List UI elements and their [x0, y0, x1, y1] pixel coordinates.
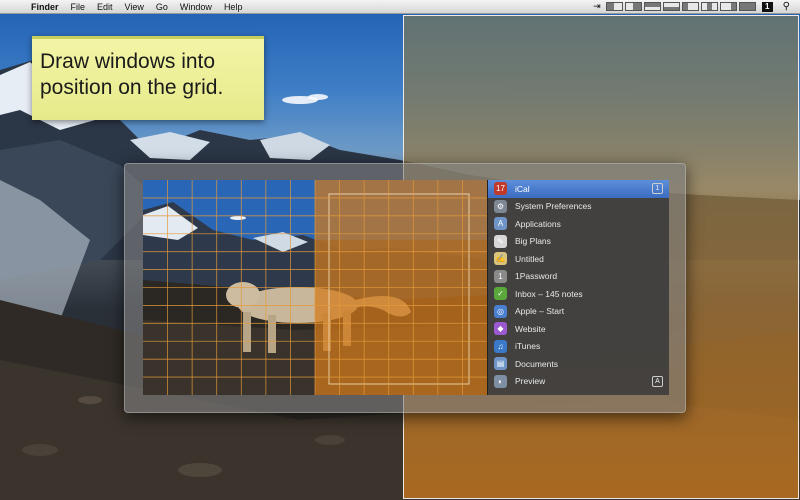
system-preferences-icon: ⚙ — [494, 199, 507, 213]
window-list-item[interactable]: ◎ Apple – Start — [488, 303, 669, 321]
textedit-icon: ✍ — [494, 252, 507, 266]
menu-window[interactable]: Window — [174, 0, 218, 14]
shortcut-key-badge: 1 — [652, 183, 663, 194]
big-plans-icon: ✎ — [494, 234, 507, 248]
layout-grid[interactable] — [143, 180, 487, 395]
itunes-icon: ♫ — [494, 339, 507, 353]
ical-icon: 17 — [494, 182, 507, 196]
window-list-item-label: Untitled — [515, 253, 544, 264]
window-list-item-label: iTunes — [515, 341, 541, 352]
hint-note: Draw windows into position on the grid. — [32, 36, 264, 120]
documents-folder-icon: ▤ — [494, 357, 507, 371]
layout-shortcuts: ⇥ 1 — [593, 1, 777, 12]
window-list-item-label: iCal — [515, 183, 530, 194]
menu-finder[interactable]: Finder — [23, 0, 65, 14]
status-badge[interactable]: 1 — [761, 1, 773, 12]
website-icon: ◆ — [494, 322, 507, 336]
window-list: 17 iCal 1 ⚙ System Preferences A Applications ✎… — [487, 180, 669, 395]
window-list-item-label: Big Plans — [515, 236, 551, 247]
shortcut-key-badge: A — [652, 375, 663, 387]
window-list-item-label: 1Password — [515, 271, 558, 282]
layout-bottom-half-icon[interactable] — [662, 2, 680, 11]
hint-line-2: position on the grid. — [40, 76, 224, 99]
menu-go[interactable]: Go — [150, 0, 174, 14]
window-list-item[interactable]: ◐ Preview A — [488, 373, 669, 391]
hint-line-1: Draw windows into — [40, 50, 216, 73]
window-list-item-label: Inbox – 145 notes — [515, 288, 583, 299]
applications-folder-icon: A — [494, 217, 507, 231]
window-list-item-label: System Preferences — [515, 201, 592, 212]
window-list-item-label: Applications — [515, 218, 561, 229]
grid-screen-preview[interactable] — [143, 180, 487, 395]
layout-right-half-icon[interactable] — [624, 2, 642, 11]
layout-center-third-icon[interactable] — [700, 2, 718, 11]
menu-file[interactable]: File — [65, 0, 92, 14]
evernote-icon: ✓ — [494, 287, 507, 301]
window-list-item[interactable]: ✎ Big Plans — [488, 233, 669, 251]
window-list-item[interactable]: ⚙ System Preferences — [488, 198, 669, 216]
window-list-item[interactable]: ✓ Inbox – 145 notes — [488, 285, 669, 303]
preview-icon: ◐ — [494, 374, 507, 388]
menu-bar: Finder File Edit View Go Window Help ⇥ 1… — [0, 0, 800, 14]
window-list-item[interactable]: ◆ Website — [488, 320, 669, 338]
layout-full-screen-icon[interactable] — [738, 2, 756, 11]
menu-edit[interactable]: Edit — [91, 0, 119, 14]
window-list-item[interactable]: 17 iCal 1 — [488, 180, 669, 198]
window-list-item-label: Documents — [515, 358, 558, 369]
window-list-item[interactable]: A Applications — [488, 215, 669, 233]
grid-hud-panel: 17 iCal 1 ⚙ System Preferences A Applications ✎… — [124, 163, 686, 413]
safari-icon: ◎ — [494, 304, 507, 318]
window-list-item-label: Preview — [515, 376, 546, 387]
menu-help[interactable]: Help — [218, 0, 249, 14]
window-list-item-label: Apple – Start — [515, 306, 565, 317]
window-list-item[interactable]: 1 1Password — [488, 268, 669, 286]
window-list-item[interactable]: ♫ iTunes — [488, 338, 669, 356]
window-list-item[interactable]: ▤ Documents — [488, 355, 669, 373]
window-list-item[interactable]: ✍ Untitled — [488, 250, 669, 268]
layout-top-half-icon[interactable] — [643, 2, 661, 11]
menu-view[interactable]: View — [119, 0, 150, 14]
layout-right-third-icon[interactable] — [719, 2, 737, 11]
spotlight-search-icon[interactable]: ⚲ — [783, 1, 790, 12]
window-list-item-label: Website — [515, 323, 546, 334]
layout-left-third-icon[interactable] — [681, 2, 699, 11]
move-to-display-icon[interactable]: ⇥ — [593, 1, 601, 12]
layout-left-half-icon[interactable] — [605, 2, 623, 11]
1password-icon: 1 — [494, 269, 507, 283]
